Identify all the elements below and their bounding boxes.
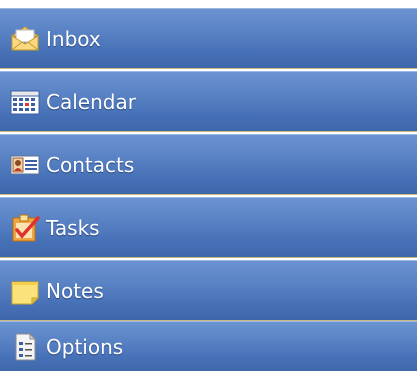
nav-item-inbox[interactable]: Inbox <box>0 8 417 69</box>
options-document-icon <box>8 330 42 364</box>
contact-card-icon <box>8 148 42 182</box>
task-clipboard-icon <box>8 211 42 245</box>
nav-item-label: Calendar <box>46 89 136 114</box>
nav-item-tasks[interactable]: Tasks <box>0 197 417 258</box>
nav-item-label: Options <box>46 334 124 359</box>
nav-item-options[interactable]: Options <box>0 321 417 371</box>
envelope-icon <box>8 22 42 56</box>
navigation-pane: Inbox Calendar Contacts Tasks Notes Opti… <box>0 0 417 371</box>
nav-item-calendar[interactable]: Calendar <box>0 71 417 132</box>
nav-item-contacts[interactable]: Contacts <box>0 134 417 195</box>
nav-item-label: Contacts <box>46 152 135 177</box>
nav-item-label: Tasks <box>46 215 100 240</box>
calendar-icon <box>8 85 42 119</box>
nav-item-notes[interactable]: Notes <box>0 260 417 321</box>
note-icon <box>8 274 42 308</box>
nav-item-label: Notes <box>46 278 104 303</box>
nav-item-label: Inbox <box>46 26 101 51</box>
